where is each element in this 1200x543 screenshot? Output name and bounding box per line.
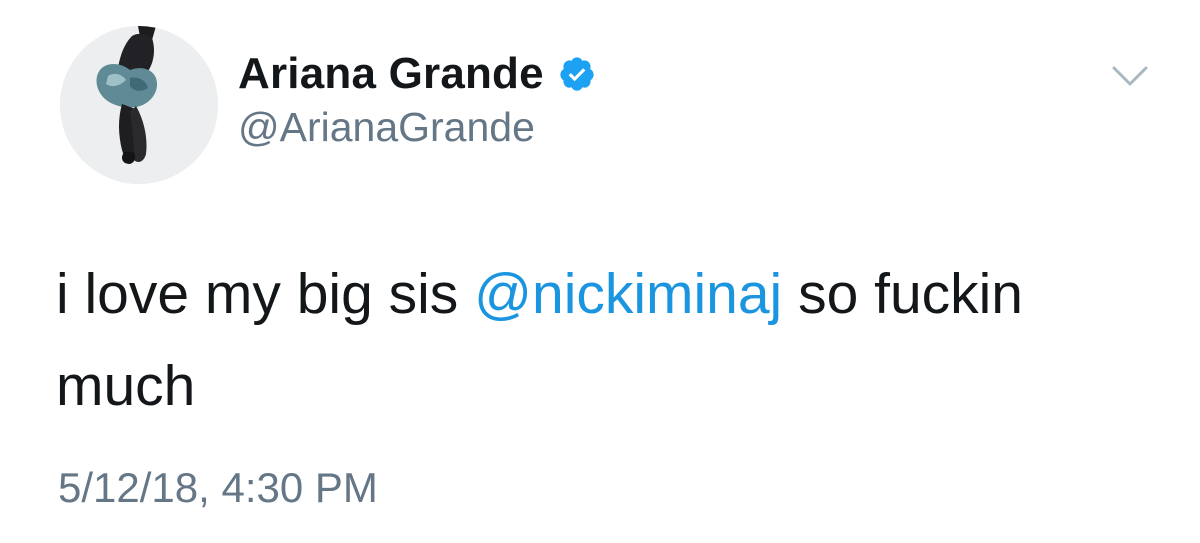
tweet-text-before: i love my big sis	[56, 262, 475, 326]
author-row: Ariana Grande	[238, 46, 596, 102]
tweet-card: Ariana Grande @ArianaGrande i love my bi…	[0, 0, 1200, 543]
verified-badge-icon	[558, 55, 596, 93]
author-handle[interactable]: @ArianaGrande	[238, 104, 535, 151]
tweet-menu-button[interactable]	[1108, 58, 1152, 94]
chevron-down-icon	[1112, 66, 1148, 86]
timestamp[interactable]: 5/12/18, 4:30 PM	[58, 464, 378, 512]
mention-link[interactable]: @nickiminaj	[474, 262, 782, 326]
tweet-text: i love my big sis @nickiminaj so fuckin …	[56, 248, 1156, 432]
avatar[interactable]	[60, 26, 218, 184]
avatar-image	[60, 26, 218, 184]
display-name[interactable]: Ariana Grande	[238, 49, 544, 99]
